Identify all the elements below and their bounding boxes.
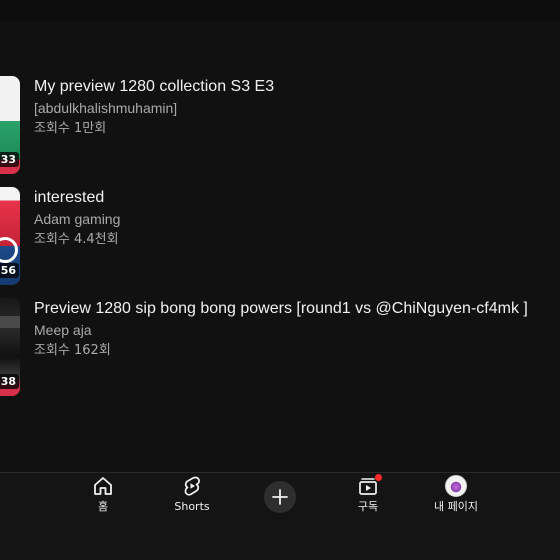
video-duration: 56	[0, 263, 19, 278]
create-button[interactable]	[264, 481, 296, 513]
nav-subscriptions-label: 구독	[357, 500, 379, 513]
video-info: My preview 1280 collection S3 E3 [abdulk…	[34, 76, 550, 139]
nav-shorts-label: Shorts	[174, 500, 210, 513]
app-page: 33 My preview 1280 collection S3 E3 [abd…	[0, 0, 560, 560]
video-duration: 33	[0, 152, 19, 167]
video-channel[interactable]: [abdulkhalishmuhamin]	[34, 98, 550, 118]
shorts-icon	[181, 475, 203, 497]
avatar	[445, 475, 467, 497]
bottom-navigation: 홈 Shorts 구독 내 페이지	[0, 472, 560, 560]
top-bar	[0, 0, 560, 22]
nav-home-label: 홈	[97, 500, 109, 513]
video-thumbnail[interactable]: 38	[0, 298, 20, 396]
video-item[interactable]: 38 Preview 1280 sip bong bong powers [ro…	[0, 298, 560, 396]
video-views: 조회수 1만회	[34, 121, 107, 136]
nav-subscriptions[interactable]: 구독	[328, 474, 408, 523]
video-item[interactable]: 33 My preview 1280 collection S3 E3 [abd…	[0, 76, 560, 174]
video-info: Preview 1280 sip bong bong powers [round…	[34, 298, 550, 361]
nav-shorts[interactable]: Shorts	[152, 475, 232, 523]
video-info: interested Adam gaming 조회수 4.4천회	[34, 187, 550, 250]
plus-icon	[272, 489, 288, 505]
video-item[interactable]: 56 interested Adam gaming 조회수 4.4천회	[0, 187, 560, 285]
video-views: 조회수 162회	[34, 343, 111, 358]
video-title[interactable]: interested	[34, 187, 550, 209]
video-title[interactable]: My preview 1280 collection S3 E3	[34, 76, 550, 98]
nav-home[interactable]: 홈	[63, 475, 143, 523]
thumbnail-graphic	[0, 316, 20, 328]
thumbnail-graphic	[0, 237, 18, 263]
home-icon	[92, 475, 114, 497]
video-thumbnail[interactable]: 56	[0, 187, 20, 285]
nav-my-page-label: 내 페이지	[434, 500, 478, 513]
video-views: 조회수 4.4천회	[34, 232, 119, 247]
video-channel[interactable]: Meep aja	[34, 320, 550, 340]
nav-my-page[interactable]: 내 페이지	[416, 475, 496, 523]
video-title[interactable]: Preview 1280 sip bong bong powers [round…	[34, 298, 550, 320]
video-thumbnail[interactable]: 33	[0, 76, 20, 174]
notification-dot	[375, 474, 382, 481]
video-channel[interactable]: Adam gaming	[34, 209, 550, 229]
video-duration: 38	[0, 374, 19, 389]
subscriptions-icon	[357, 474, 382, 497]
